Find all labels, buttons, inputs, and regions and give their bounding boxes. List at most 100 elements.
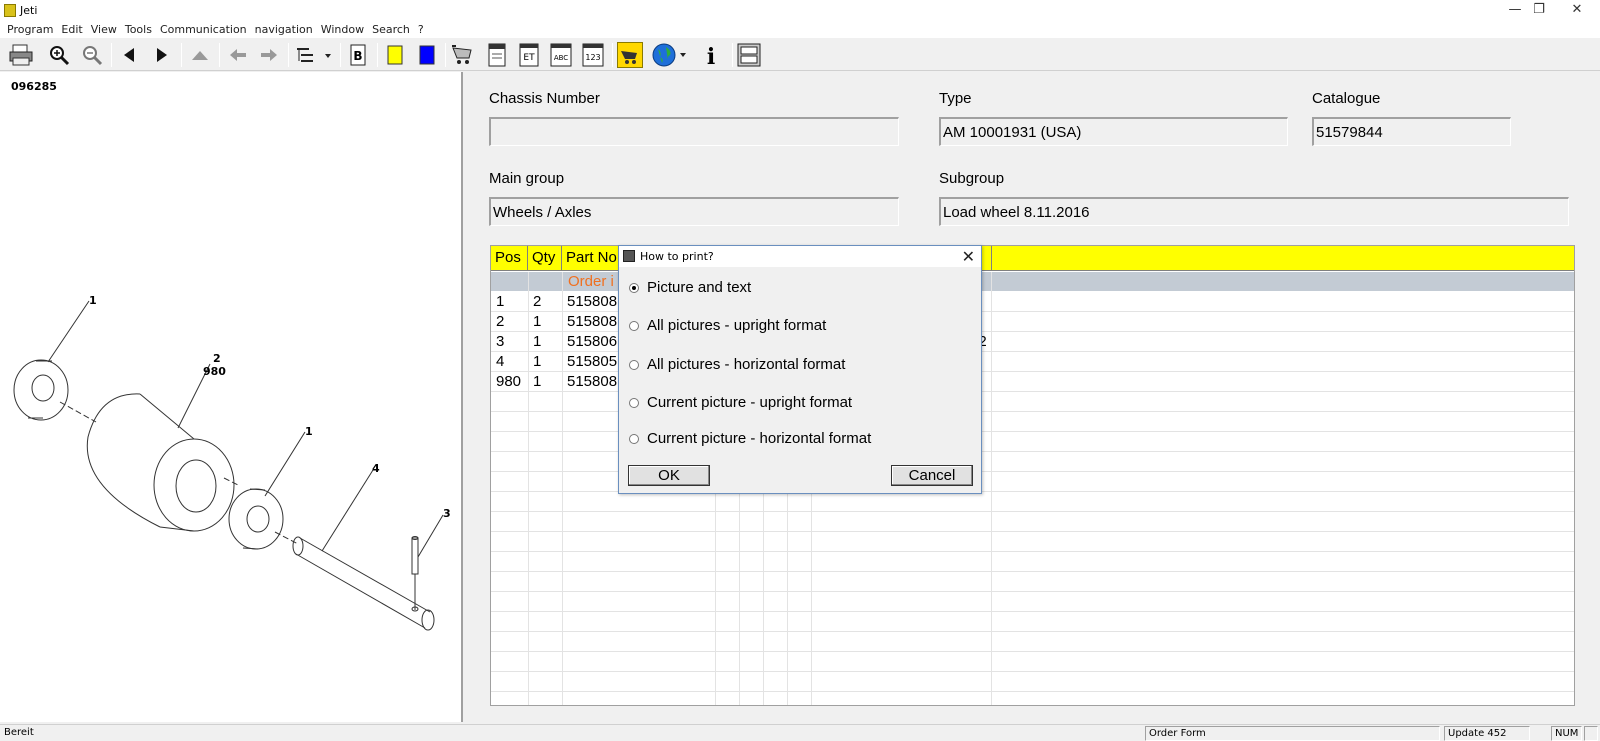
dialog-title: How to print? — [640, 250, 714, 263]
radio-current-picture-upright[interactable] — [629, 397, 639, 408]
menu-program[interactable]: Program — [3, 23, 57, 36]
jeti-app-window: Jeti — ❐ ✕ Program Edit View Tools Commu… — [0, 0, 1600, 741]
previous-icon[interactable] — [116, 42, 142, 68]
toolbar-separator — [377, 43, 378, 67]
option-label: All pictures - upright format — [647, 317, 827, 334]
ok-button[interactable]: OK — [628, 465, 710, 486]
window-title: Jeti — [20, 4, 38, 17]
toolbar-separator — [612, 43, 613, 67]
menu-help[interactable]: ? — [414, 23, 428, 36]
info-glyph: i — [707, 44, 715, 67]
cell-pos: 1 — [496, 293, 505, 310]
callout-4[interactable]: 4 — [372, 462, 380, 475]
dialog-close-icon[interactable]: ✕ — [962, 247, 975, 266]
next-icon[interactable] — [149, 42, 175, 68]
subgroup-label: Subgroup — [939, 170, 1005, 187]
zoom-in-icon[interactable] — [46, 42, 72, 68]
cell-part-no: 515808 — [567, 313, 618, 330]
subgroup-field[interactable]: Load wheel 8.11.2016 — [939, 197, 1569, 226]
toolbar: B ET ABC 123 i — [0, 38, 1600, 71]
status-extra-panel — [1584, 726, 1598, 741]
back-arrow-icon[interactable] — [225, 42, 251, 68]
menu-window[interactable]: Window — [317, 23, 368, 36]
toolbar-separator — [181, 43, 182, 67]
menu-edit[interactable]: Edit — [57, 23, 86, 36]
status-order-form: Order Form — [1145, 726, 1440, 741]
column-header-pos[interactable]: Pos — [491, 246, 528, 271]
menu-communication[interactable]: Communication — [156, 23, 251, 36]
order-yellow-icon[interactable] — [617, 42, 643, 68]
title-bar: Jeti — ❐ ✕ — [0, 0, 1600, 21]
table-row — [491, 612, 1574, 632]
table-row — [491, 552, 1574, 572]
close-window-button[interactable]: ✕ — [1554, 0, 1600, 21]
column-header-qty[interactable]: Qty — [528, 246, 562, 271]
order-info-text: Order i — [568, 273, 614, 290]
option-picture-and-text[interactable]: Picture and text — [629, 279, 751, 296]
cell-pos: 3 — [496, 333, 505, 350]
option-current-picture-upright[interactable]: Current picture - upright format — [629, 394, 852, 411]
forward-arrow-icon[interactable] — [256, 42, 282, 68]
table-row — [491, 672, 1574, 692]
callout-2[interactable]: 2 — [213, 352, 221, 365]
menu-navigation[interactable]: navigation — [251, 23, 317, 36]
callout-980[interactable]: 980 — [203, 365, 226, 378]
status-num-lock: NUM — [1551, 726, 1582, 741]
abc-glyph: ABC — [554, 54, 568, 62]
et-glyph: ET — [523, 53, 535, 63]
option-label: All pictures - horizontal format — [647, 356, 846, 373]
toolbar-separator — [732, 43, 733, 67]
zoom-out-icon[interactable] — [79, 42, 105, 68]
toolbar-separator — [111, 43, 112, 67]
chassis-number-field[interactable] — [489, 117, 899, 146]
status-bar: Bereit Order Form Update 452 NUM — [0, 724, 1600, 741]
catalogue-label: Catalogue — [1312, 90, 1381, 107]
cart-icon[interactable] — [450, 42, 476, 68]
table-row — [491, 532, 1574, 552]
table-row — [491, 512, 1574, 532]
main-group-label: Main group — [489, 170, 565, 187]
blue-color-icon[interactable] — [414, 42, 440, 68]
callout-1-right[interactable]: 1 — [305, 425, 313, 438]
abc-document-icon[interactable]: ABC — [548, 42, 574, 68]
menu-view[interactable]: View — [87, 23, 121, 36]
type-field[interactable]: AM 10001931 (USA) — [939, 117, 1288, 146]
document-icon[interactable] — [484, 42, 510, 68]
yellow-color-icon[interactable] — [382, 42, 408, 68]
bookmark-icon[interactable]: B — [345, 42, 371, 68]
option-all-pictures-upright[interactable]: All pictures - upright format — [629, 317, 826, 334]
toolbar-separator — [340, 43, 341, 67]
option-all-pictures-horizontal[interactable]: All pictures - horizontal format — [629, 356, 845, 373]
exploded-parts-drawing[interactable]: 1 2 980 1 4 3 — [0, 212, 460, 652]
option-current-picture-horizontal[interactable]: Current picture - horizontal format — [629, 430, 871, 447]
option-label: Picture and text — [647, 279, 752, 296]
radio-current-picture-horizontal[interactable] — [629, 433, 639, 444]
radio-picture-and-text[interactable] — [629, 282, 639, 293]
callout-3[interactable]: 3 — [443, 507, 451, 520]
cell-qty: 2 — [533, 293, 542, 310]
up-icon[interactable] — [187, 42, 213, 68]
drawing-pane[interactable]: 096285 1 2 980 1 4 3 — [0, 72, 463, 722]
globe-icon[interactable] — [651, 42, 691, 68]
menu-search[interactable]: Search — [368, 23, 414, 36]
menu-bar: Program Edit View Tools Communication na… — [0, 21, 1600, 38]
radio-all-pictures-horizontal[interactable] — [629, 359, 639, 370]
option-label: Current picture - upright format — [647, 394, 853, 411]
option-label: Current picture - horizontal format — [647, 430, 872, 447]
main-group-field[interactable]: Wheels / Axles — [489, 197, 899, 226]
table-row — [491, 652, 1574, 672]
menu-tools[interactable]: Tools — [121, 23, 156, 36]
info-icon[interactable]: i — [698, 42, 724, 68]
cabinet-icon[interactable] — [736, 42, 762, 68]
cell-qty: 1 — [533, 353, 542, 370]
tree-view-icon[interactable] — [294, 42, 334, 68]
catalogue-field[interactable]: 51579844 — [1312, 117, 1511, 146]
cell-qty: 1 — [533, 373, 542, 390]
radio-all-pictures-upright[interactable] — [629, 320, 639, 331]
123-document-icon[interactable]: 123 — [580, 42, 606, 68]
status-update: Update 452 — [1444, 726, 1530, 741]
callout-1-left[interactable]: 1 — [89, 294, 97, 307]
cancel-button[interactable]: Cancel — [891, 465, 973, 486]
et-document-icon[interactable]: ET — [516, 42, 542, 68]
print-icon[interactable] — [8, 42, 34, 68]
